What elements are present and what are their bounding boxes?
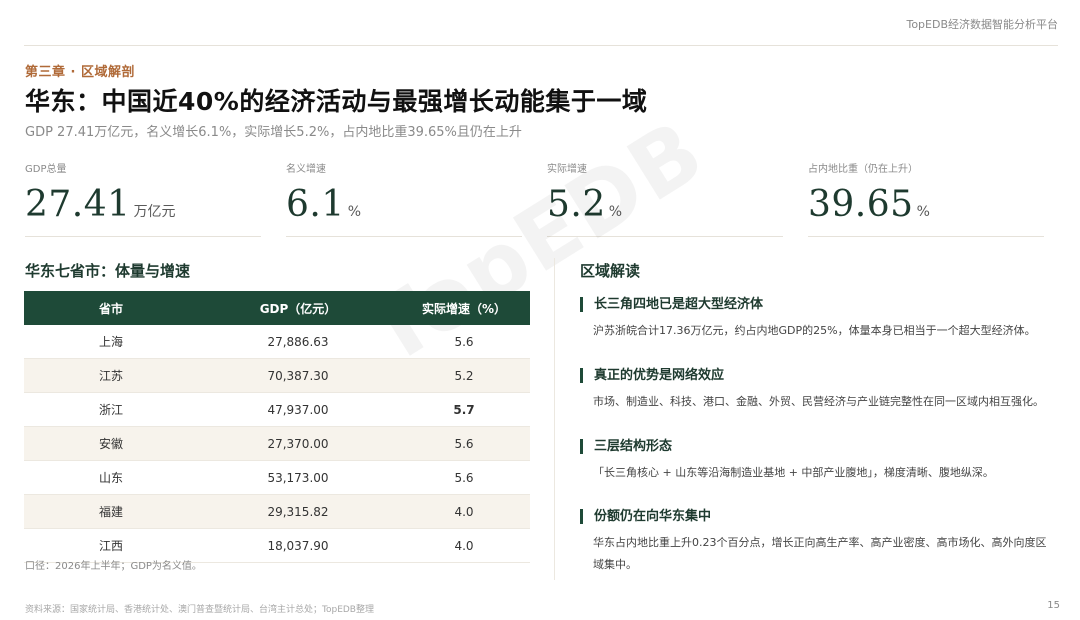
kpi-unit: % xyxy=(347,204,362,220)
cell-gdp: 53,173.00 xyxy=(198,460,398,495)
kpi-value: 27.41 xyxy=(25,184,131,225)
interpretation-body: 「长三角核心 + 山东等沿海制造业基地 + 中部产业腹地」，梯度清晰、腹地纵深。 xyxy=(593,466,994,479)
interpretation-item: 真正的优势是网络效应 市场、制造业、科技、港口、金融、外贸、民营经济与产业链完整… xyxy=(580,368,1050,413)
interpretation-title: 区域解读 xyxy=(580,262,641,280)
column-header-growth: 实际增速（%） xyxy=(398,291,530,325)
interpretation-body: 沪苏浙皖合计17.36万亿元，约占内地GDP的25%，体量本身已相当于一个超大型… xyxy=(593,324,1036,337)
cell-growth: 4.0 xyxy=(398,494,530,529)
kpi-label: 占内地比重（仍在上升） xyxy=(808,164,918,175)
interpretation-heading: 三层结构形态 xyxy=(580,439,1050,454)
cell-province: 上海 xyxy=(24,325,198,359)
cell-growth: 4.0 xyxy=(398,528,530,563)
cell-gdp: 27,370.00 xyxy=(198,426,398,461)
cell-province: 浙江 xyxy=(24,392,198,427)
kpi-mainland-share: 占内地比重（仍在上升） 39.65% xyxy=(808,160,1044,237)
table-row: 福建 29,315.82 4.0 xyxy=(24,494,530,529)
interpretation-item: 三层结构形态 「长三角核心 + 山东等沿海制造业基地 + 中部产业腹地」，梯度清… xyxy=(580,439,1050,484)
header-divider xyxy=(24,45,1058,46)
kpi-unit: % xyxy=(916,204,930,220)
kpi-value: 39.65 xyxy=(808,184,914,225)
cell-gdp: 47,937.00 xyxy=(198,392,398,427)
kpi-value: 6.1 xyxy=(286,184,345,225)
interpretation-body: 华东占内地比重上升0.23个百分点，增长正向高生产率、高产业密度、高市场化、高外… xyxy=(593,536,1047,571)
kpi-label: GDP总量 xyxy=(25,164,67,175)
interpretation-body: 市场、制造业、科技、港口、金融、外贸、民营经济与产业链完整性在同一区域内相互强化… xyxy=(593,395,1044,408)
table-section-title: 华东七省市：体量与增速 xyxy=(25,262,191,280)
kpi-unit: 万亿元 xyxy=(133,204,176,220)
page-subtitle: GDP 27.41万亿元，名义增长6.1%，实际增长5.2%，占内地比重39.6… xyxy=(25,125,522,140)
table-row: 上海 27,886.63 5.6 xyxy=(24,325,530,359)
chapter-label: 第三章 · 区域解剖 xyxy=(25,65,135,80)
table-row: 安徽 27,370.00 5.6 xyxy=(24,426,530,461)
interpretation-item: 份额仍在向华东集中 华东占内地比重上升0.23个百分点，增长正向高生产率、高产业… xyxy=(580,509,1050,576)
interpretation-heading: 长三角四地已是超大型经济体 xyxy=(580,297,1050,312)
column-header-province: 省市 xyxy=(24,291,198,325)
cell-province: 江苏 xyxy=(24,358,198,393)
interpretation-heading: 真正的优势是网络效应 xyxy=(580,368,1050,383)
page-title: 华东：中国近40%的经济活动与最强增长动能集于一域 xyxy=(25,87,648,116)
kpi-gdp-total: GDP总量 27.41 万亿元 xyxy=(25,160,261,237)
interpretation-heading: 份额仍在向华东集中 xyxy=(580,509,1050,524)
cell-growth: 5.6 xyxy=(398,426,530,461)
source-note: 资料来源：国家统计局、香港统计处、澳门普查暨统计局、台湾主计总处；TopEDB整… xyxy=(25,605,374,615)
cell-growth: 5.7 xyxy=(398,392,530,427)
cell-growth: 5.6 xyxy=(398,325,530,359)
table-row: 浙江 47,937.00 5.7 xyxy=(24,392,530,427)
brand-label: TopEDB经济数据智能分析平台 xyxy=(906,18,1058,31)
cell-growth: 5.6 xyxy=(398,460,530,495)
table-header-row: 省市 GDP（亿元） 实际增速（%） xyxy=(24,291,530,325)
column-divider xyxy=(554,258,555,580)
cell-province: 安徽 xyxy=(24,426,198,461)
table-row: 山东 53,173.00 5.6 xyxy=(24,460,530,495)
cell-gdp: 70,387.30 xyxy=(198,358,398,393)
cell-gdp: 29,315.82 xyxy=(198,494,398,529)
kpi-label: 名义增速 xyxy=(286,164,326,175)
cell-gdp: 18,037.90 xyxy=(198,528,398,563)
cell-gdp: 27,886.63 xyxy=(198,325,398,359)
table-note: 口径：2026年上半年；GDP为名义值。 xyxy=(25,561,202,572)
cell-province: 山东 xyxy=(24,460,198,495)
cell-province: 福建 xyxy=(24,494,198,529)
interpretation-item: 长三角四地已是超大型经济体 沪苏浙皖合计17.36万亿元，约占内地GDP的25%… xyxy=(580,297,1050,342)
province-table: 省市 GDP（亿元） 实际增速（%） 上海 27,886.63 5.6 江苏 7… xyxy=(24,291,530,563)
table-row: 江苏 70,387.30 5.2 xyxy=(24,358,530,393)
column-header-gdp: GDP（亿元） xyxy=(198,291,398,325)
page-number: 15 xyxy=(1047,600,1060,611)
cell-growth: 5.2 xyxy=(398,358,530,393)
